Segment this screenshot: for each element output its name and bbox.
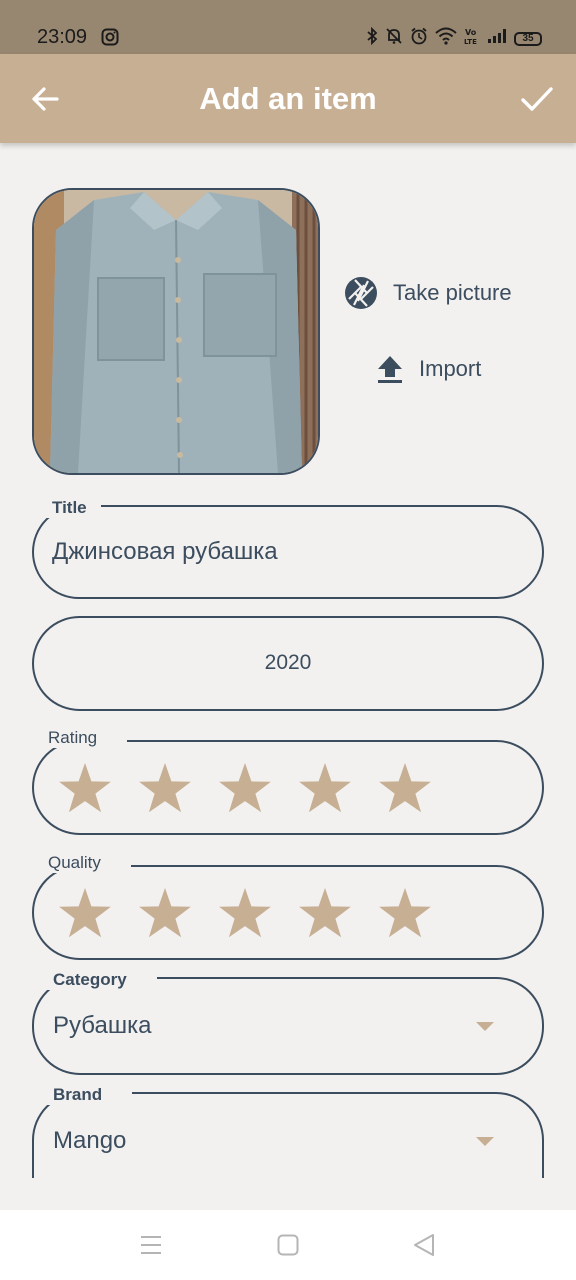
- rating-field: [32, 740, 544, 835]
- quality-star-3[interactable]: [218, 887, 272, 939]
- status-bar: 23:09 Vo LTE 35: [0, 0, 576, 54]
- import-label: Import: [419, 356, 482, 381]
- menu-button[interactable]: [138, 1232, 164, 1258]
- quality-star-5[interactable]: [378, 887, 432, 939]
- battery-icon: 35: [514, 31, 542, 46]
- quality-stars: [58, 887, 432, 939]
- back-icon: [414, 1234, 434, 1256]
- import-button[interactable]: Import: [375, 353, 481, 385]
- rating-star-1[interactable]: [58, 762, 112, 814]
- rating-label: Rating: [34, 728, 128, 748]
- confirm-button[interactable]: [520, 83, 554, 115]
- bluetooth-icon: [366, 26, 378, 50]
- rating-star-3[interactable]: [218, 762, 272, 814]
- category-dropdown[interactable]: Рубашка: [32, 977, 544, 1075]
- rating-stars: [58, 762, 432, 814]
- instagram-icon: [101, 28, 119, 51]
- title-label: Title: [38, 498, 101, 518]
- signal-icon: [487, 28, 507, 49]
- rating-star-2[interactable]: [138, 762, 192, 814]
- wifi-icon: [435, 27, 457, 50]
- system-nav-bar: [0, 1210, 576, 1280]
- rating-star-4[interactable]: [298, 762, 352, 814]
- volte-icon: Vo LTE: [464, 27, 480, 50]
- category-label: Category: [39, 970, 157, 990]
- check-icon: [521, 87, 553, 111]
- quality-star-2[interactable]: [138, 887, 192, 939]
- svg-text:LTE: LTE: [464, 38, 477, 45]
- nav-back-button[interactable]: [411, 1232, 437, 1258]
- chevron-down-icon: [476, 1137, 494, 1146]
- status-time: 23:09: [37, 26, 88, 48]
- brand-label: Brand: [39, 1085, 133, 1105]
- take-picture-label: Take picture: [393, 280, 512, 305]
- page-title: Add an item: [199, 81, 377, 116]
- title-field[interactable]: Джинсовая рубашка: [32, 505, 544, 599]
- year-value: 2020: [264, 651, 312, 674]
- quality-star-1[interactable]: [58, 887, 112, 939]
- mute-icon: [385, 27, 403, 50]
- quality-field: [32, 865, 544, 960]
- upload-icon: [378, 356, 402, 383]
- year-field[interactable]: 2020: [32, 616, 544, 711]
- chevron-down-icon: [476, 1022, 494, 1031]
- title-value: Джинсовая рубашка: [52, 538, 278, 565]
- item-photo[interactable]: [32, 188, 320, 475]
- home-button[interactable]: [275, 1232, 301, 1258]
- shirt-photo: [34, 190, 318, 473]
- category-value: Рубашка: [53, 1012, 152, 1039]
- svg-text:Vo: Vo: [465, 28, 477, 37]
- brand-value: Mango: [53, 1127, 127, 1154]
- take-picture-button[interactable]: Take picture: [343, 275, 512, 311]
- quality-star-4[interactable]: [298, 887, 352, 939]
- menu-icon: [141, 1236, 161, 1254]
- quality-label: Quality: [34, 853, 131, 873]
- rating-star-5[interactable]: [378, 762, 432, 814]
- alarm-icon: [410, 27, 428, 50]
- camera-shutter-icon: [345, 277, 377, 309]
- app-bar: Add an item: [0, 54, 576, 143]
- home-icon: [277, 1234, 299, 1256]
